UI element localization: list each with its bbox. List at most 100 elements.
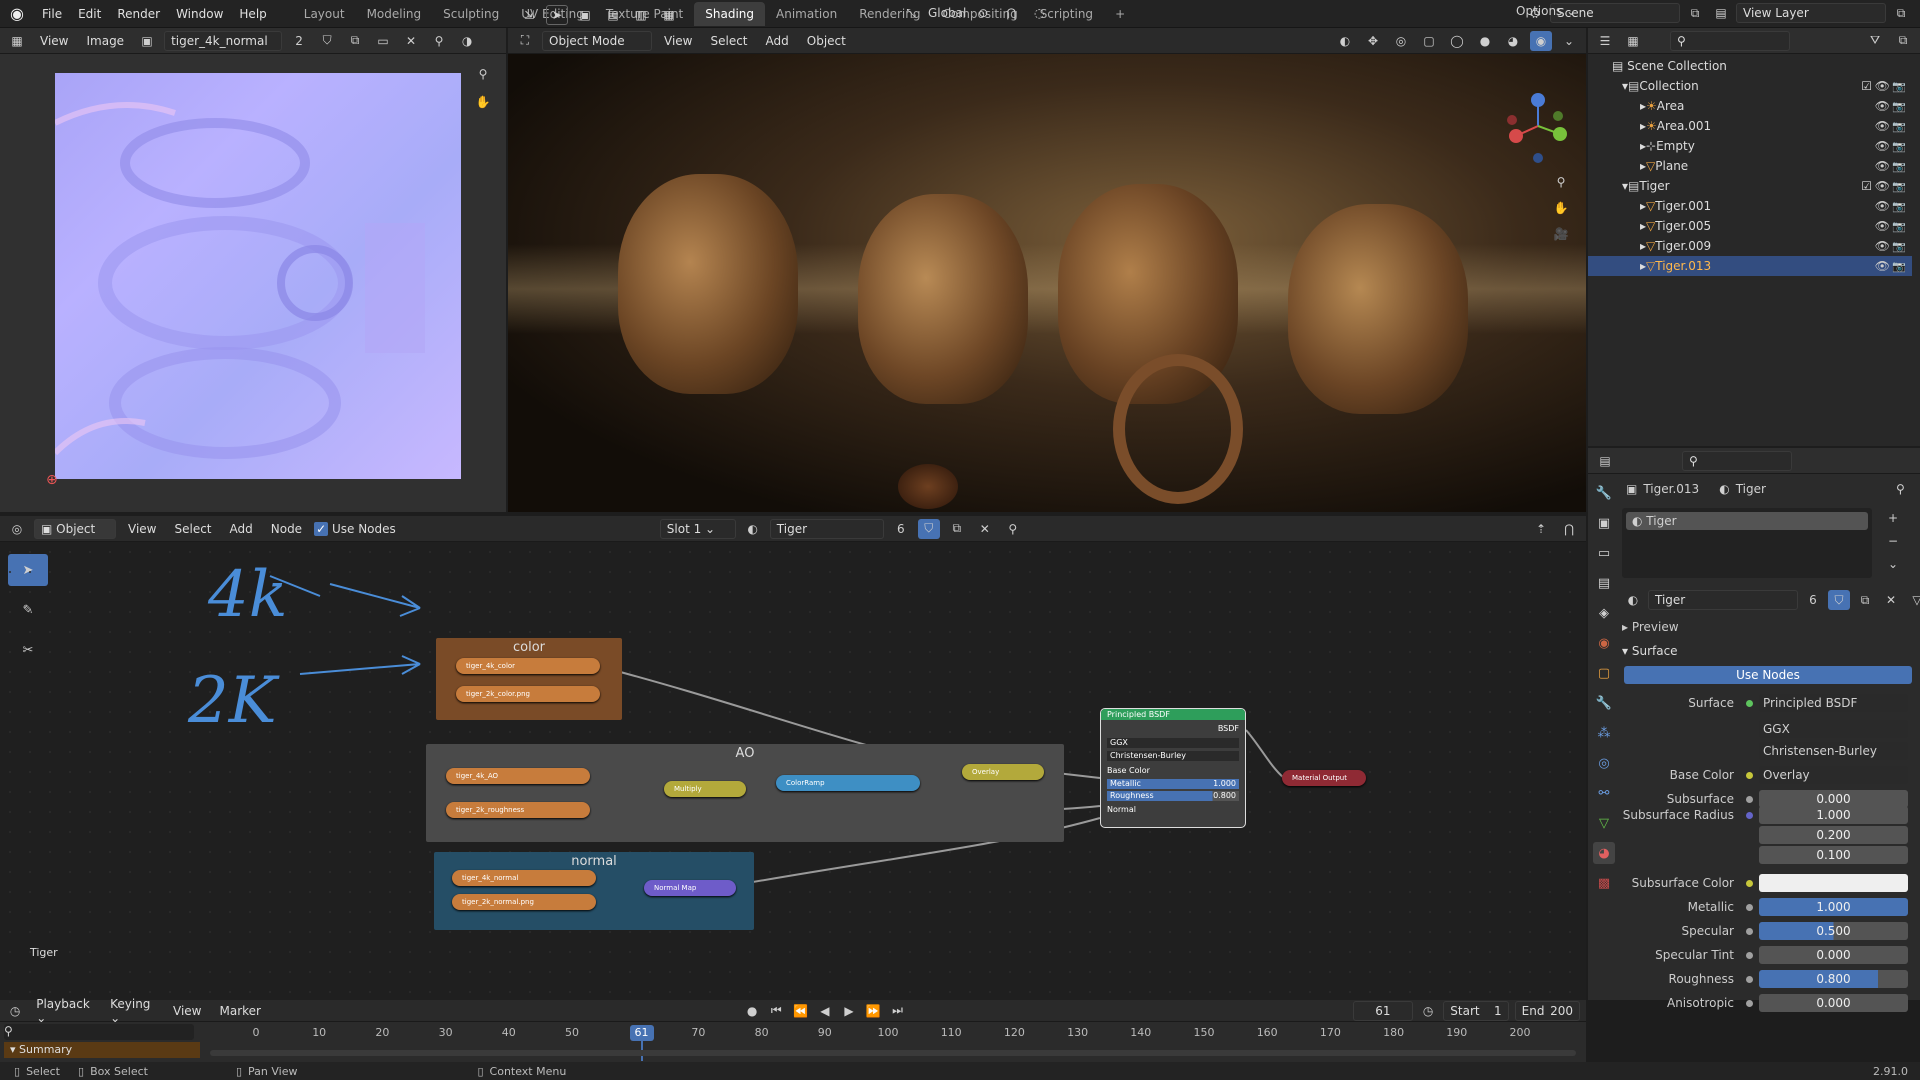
render-camera-icon[interactable]: 📷 [1892,100,1906,113]
start-frame-field[interactable]: Start 1 [1443,1000,1509,1021]
props-duplicate-icon[interactable]: ⧉ [1854,590,1876,610]
property-value-field[interactable]: 1.000 [1759,806,1908,824]
frame-ruler[interactable]: 0 10 20 30 40 50 61 70 80 90 100 110 120 130 140 150 160… [0,1026,1586,1040]
new-collection-icon[interactable]: ⧉ [1892,31,1914,51]
scene-tab-icon[interactable]: ◈ [1593,602,1615,624]
filter-icon[interactable]: ⛛ [1864,31,1886,51]
add-workspace-button[interactable]: + [1104,2,1136,26]
outliner-item[interactable]: ▸ ▽ Tiger.013 👁 📷 [1588,256,1912,276]
add-slot-icon[interactable]: + [1882,508,1904,528]
visibility-eye-icon[interactable]: 👁 [1875,79,1890,93]
property-value-field[interactable]: 0.500 [1759,922,1908,940]
menu-file[interactable]: File [34,7,70,21]
pan-hand-icon[interactable]: ✋ [472,92,494,112]
property-value-field[interactable]: Overlay [1759,766,1908,784]
viewport-zoom-icon[interactable]: ⚲ [1550,172,1572,192]
tool-tab-icon[interactable]: 🔧 [1593,482,1615,504]
node-overlay[interactable]: Overlay [962,764,1044,780]
tab-animation[interactable]: Animation [765,2,848,26]
pin-icon[interactable]: ⚲ [428,31,450,51]
visibility-eye-icon[interactable]: 👁 [1875,219,1890,233]
jump-start-icon[interactable]: ⏮ [767,1001,785,1021]
node-tiger-4k-color[interactable]: tiger_4k_color [456,658,600,674]
tab-modeling[interactable]: Modeling [356,2,433,26]
tab-shading[interactable]: Shading [694,1,765,26]
render-camera-icon[interactable]: 📷 [1892,160,1906,173]
props-unlink-icon[interactable]: ✕ [1880,590,1902,610]
lion-head-2[interactable] [858,194,1028,404]
menu-image[interactable]: Image [80,34,130,48]
outliner-item[interactable]: ▸ ▽ Tiger.009 👁 📷 [1588,236,1912,256]
render-tab-icon[interactable]: ▣ [1593,512,1615,534]
preview-range-icon[interactable]: ◷ [1419,1001,1437,1021]
open-image-icon[interactable]: ▭ [372,31,394,51]
gizmo-icon[interactable]: ✥ [1362,31,1384,51]
surface-shader-field[interactable]: Principled BSDF [1759,694,1908,712]
node-tiger-2k-roughness[interactable]: tiger_2k_roughness [446,802,590,818]
property-value-field[interactable] [1759,874,1908,892]
node-multiply[interactable]: Multiply [664,781,746,797]
node-tiger-2k-normal[interactable]: tiger_2k_normal.png [452,894,596,910]
render-camera-icon[interactable]: 📷 [1892,240,1906,253]
xray-icon[interactable]: ▢ [1418,31,1440,51]
end-frame-field[interactable]: End 200 [1514,1000,1581,1021]
new-image-icon[interactable]: ⧉ [344,31,366,51]
menu-render[interactable]: Render [109,7,168,21]
property-value-field[interactable]: 0.100 [1759,846,1908,864]
node-tiger-4k-normal[interactable]: tiger_4k_normal [452,870,596,886]
image-browse-icon[interactable]: ▣ [136,31,158,51]
props-fake-user-icon[interactable]: ⛉ [1828,590,1850,610]
frame-ao[interactable]: AO tiger_4k_AO tiger_2k_roughness Multip… [426,744,1064,842]
navigation-gizmo[interactable] [1498,86,1578,186]
render-camera-icon[interactable]: 📷 [1892,80,1906,93]
new-scene-icon[interactable]: ⧉ [1684,3,1706,23]
output-tab-icon[interactable]: ▭ [1593,542,1615,564]
shading-solid-icon[interactable]: ● [1474,31,1496,51]
tool-icon[interactable]: ⇲ [518,5,540,25]
viewport-pan-icon[interactable]: ✋ [1550,198,1572,218]
zoom-icon[interactable]: ⚲ [472,64,494,84]
menu-help[interactable]: Help [231,7,274,21]
blender-logo-icon[interactable]: ◉ [0,4,34,23]
outliner-item[interactable]: ▸ ⊹ Empty 👁 📷 [1588,136,1912,156]
surface-panel-header[interactable]: ▾ Surface [1622,644,1678,658]
shading-rendered-icon[interactable]: ◉ [1530,30,1552,51]
jump-end-icon[interactable]: ⏭ [888,1001,906,1021]
property-value-field[interactable]: 0.800 [1759,970,1908,988]
lion-head-4[interactable] [1288,204,1468,414]
timeline-menu-keying[interactable]: Keying ⌄ [104,997,161,1025]
visibility-eye-icon[interactable]: 👁 [1875,139,1890,153]
property-value-field[interactable]: 0.200 [1759,826,1908,844]
editor-type-icon[interactable]: ▦ [6,31,28,51]
orientation-label[interactable]: Global [928,6,966,20]
visibility-icon[interactable]: ◐ [1334,31,1356,51]
shading-material-icon[interactable]: ◕ [1502,31,1524,51]
view-layer-icon[interactable]: ▤ [1710,3,1732,23]
visibility-eye-icon[interactable]: 👁 [1875,259,1890,273]
bsdf-metallic-slider[interactable]: Metallic 1.000 [1107,779,1239,789]
shading-wireframe-icon[interactable]: ◯ [1446,31,1468,51]
visibility-eye-icon[interactable]: 👁 [1875,179,1890,193]
object-mode-dropdown[interactable]: Object Mode [542,30,652,51]
timeline-menu-view[interactable]: View [167,1004,207,1018]
outliner-item[interactable]: ▾ ▤ Collection ☑ 👁 📷 [1588,76,1912,96]
transform-orientation-icon[interactable]: ⤡ [900,3,922,23]
3d-viewport[interactable]: ⛶ Object Mode View Select Add Object ◐ ✥… [508,4,1586,512]
visibility-eye-icon[interactable]: 👁 [1875,99,1890,113]
properties-pin-icon[interactable]: ⚲ [1896,482,1905,496]
menu-edit[interactable]: Edit [70,7,109,21]
outliner-type-icon[interactable]: ☰ [1594,31,1616,51]
tab-sculpting[interactable]: Sculpting [432,2,510,26]
modifier-tab-icon[interactable]: 🔧 [1593,692,1615,714]
outliner-item[interactable]: ▾ ▤ Tiger ☑ 👁 📷 [1588,176,1912,196]
constraints-tab-icon[interactable]: ⚯ [1593,782,1615,804]
preview-panel-header[interactable]: ▸ Preview [1622,620,1679,634]
shading-options-icon[interactable]: ⌄ [1558,31,1580,51]
tab-layout[interactable]: Layout [293,2,356,26]
outliner-item[interactable]: ▸ ▽ Plane 👁 📷 [1588,156,1912,176]
viewport-editor-type-icon[interactable]: ⛶ [514,31,536,51]
remove-slot-icon[interactable]: − [1882,531,1904,551]
play-icon[interactable]: ▶ [840,1001,858,1021]
overlays-icon[interactable]: ◎ [1390,31,1412,51]
outliner-item[interactable]: ▸ ☀ Area.001 👁 📷 [1588,116,1912,136]
